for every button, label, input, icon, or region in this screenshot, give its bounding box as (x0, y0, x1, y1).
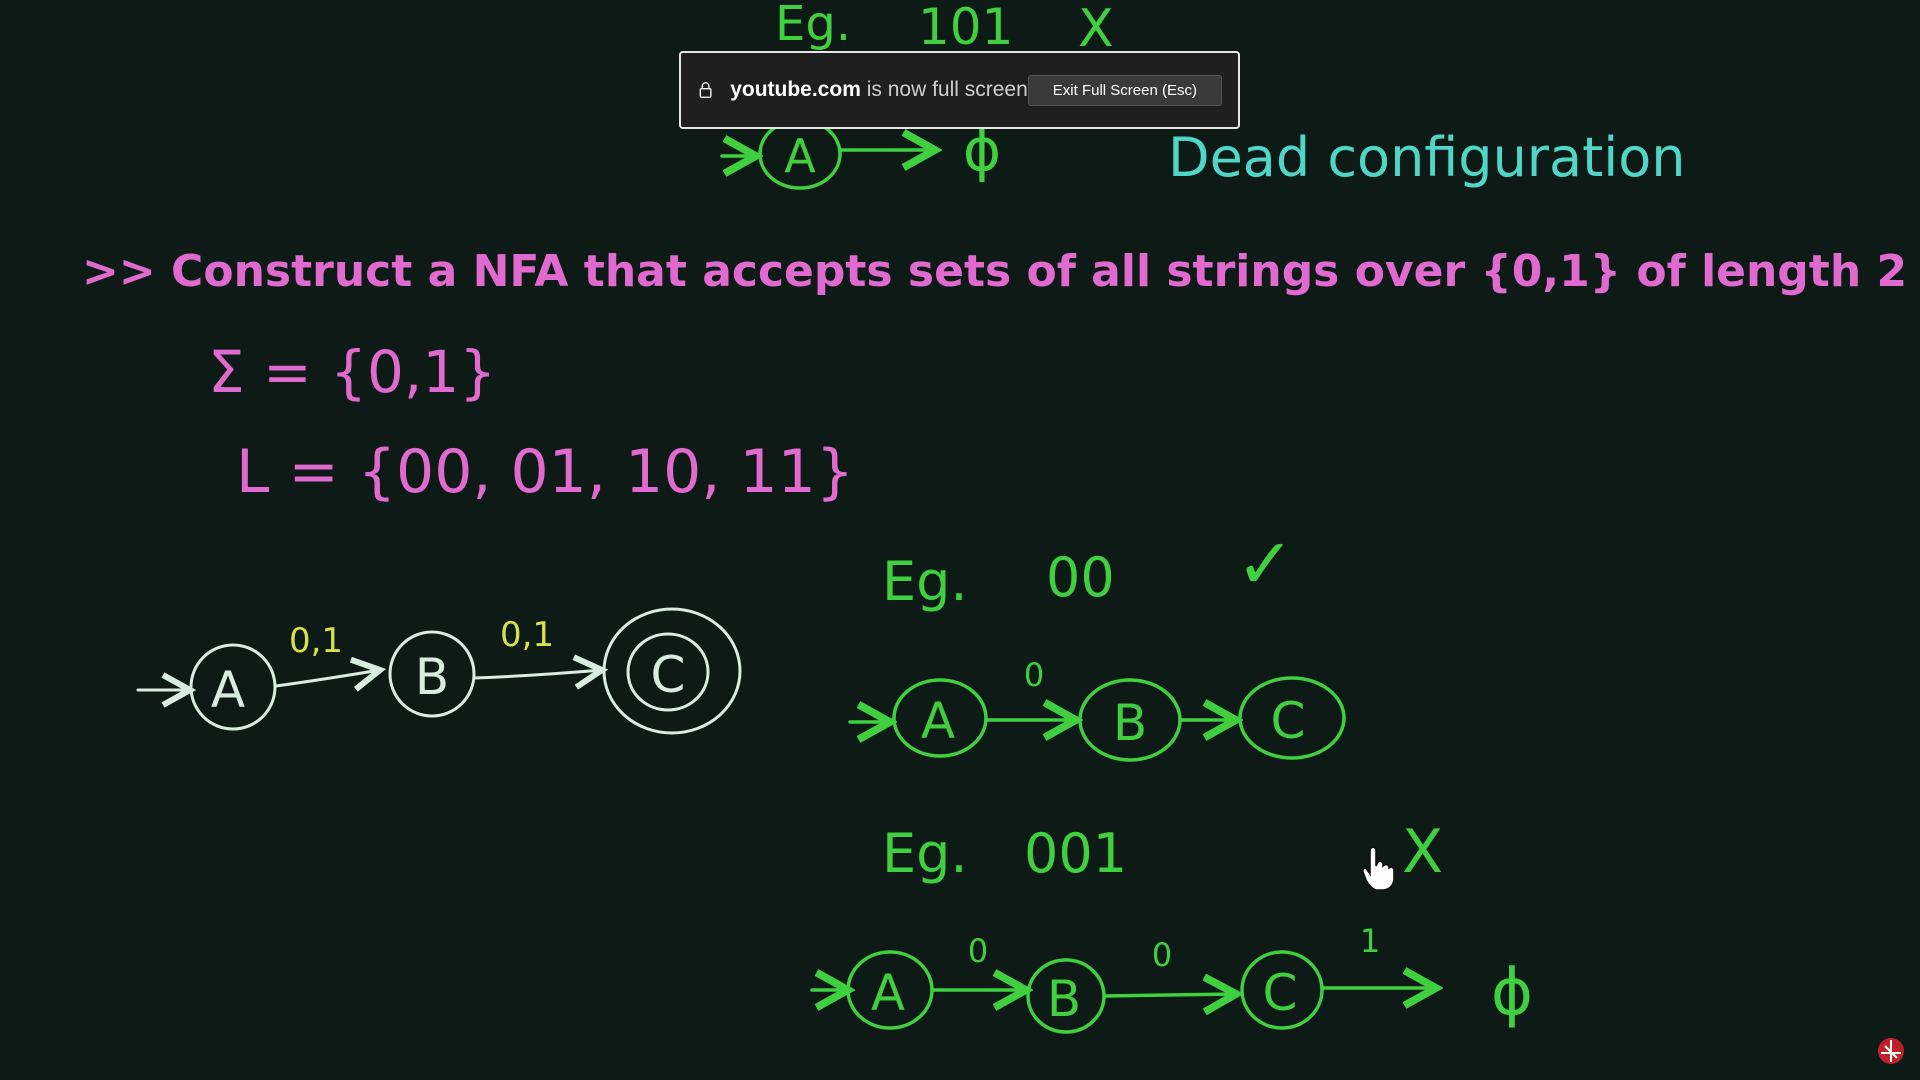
sigma-definition: Σ = {0,1} (208, 338, 496, 406)
ex2-state-a-label: A (871, 964, 905, 1022)
nfa-transition-ab (274, 670, 380, 686)
language-definition: L = {00, 01, 10, 11} (236, 437, 854, 507)
nfa-state-b-label: B (415, 648, 449, 706)
ex2-transition-bc (1102, 994, 1236, 996)
ex2-state-b-label: B (1047, 970, 1081, 1028)
ex1-label-ab: 0 (1024, 656, 1044, 694)
ex1-state-c-label: C (1271, 692, 1306, 750)
example-1: Eg. 00 ✓ A 0 B C (848, 523, 1346, 762)
example-2-string: 001 (1024, 822, 1127, 885)
ex2-label-c-sink: 1 (1360, 922, 1380, 960)
exit-fullscreen-button[interactable]: Exit Full Screen (Esc) (1027, 74, 1222, 106)
ex2-label-bc: 0 (1152, 936, 1172, 974)
hand-pointer-icon (1362, 846, 1395, 891)
fullscreen-message: youtube.com is now full screen (730, 78, 1028, 102)
fullscreen-status-text: is now full screen (866, 78, 1028, 101)
top-example-string: 101 (918, 0, 1013, 56)
whiteboard-canvas: Eg. 101 X A ϕ Dead configuration >> Cons… (82, 0, 1907, 1034)
example-2: Eg. 001 X A 0 B 0 C 1 ϕ (810, 817, 1533, 1034)
example-2-prefix: Eg. (882, 822, 968, 885)
ex1-state-b-label: B (1113, 694, 1147, 752)
question-title: >> Construct a NFA that accepts sets of … (82, 246, 1907, 297)
example-2-cross-icon: X (1402, 817, 1443, 887)
ex2-sink-symbol: ϕ (1491, 956, 1533, 1030)
ex2-state-c-label: C (1263, 964, 1298, 1022)
nfa-diagram: A 0,1 B 0,1 C (136, 607, 742, 735)
nfa-label-ab: 0,1 (289, 621, 343, 661)
top-state-a-label: A (784, 129, 816, 183)
example-1-string: 00 (1046, 546, 1115, 609)
dead-configuration-note: Dead configuration (1168, 126, 1686, 189)
lock-icon (699, 82, 712, 98)
fullscreen-domain: youtube.com (730, 78, 861, 101)
nfa-transition-bc (472, 670, 602, 678)
ex1-state-a-label: A (921, 692, 955, 750)
ex2-label-ab: 0 (968, 932, 988, 970)
example-1-check-icon: ✓ (1236, 523, 1295, 605)
top-example-prefix: Eg. (775, 0, 851, 52)
channel-watermark-icon[interactable] (1876, 1036, 1906, 1066)
nfa-state-c-label: C (651, 646, 686, 704)
nfa-label-bc: 0,1 (500, 615, 554, 655)
fullscreen-notification: youtube.com is now full screen Exit Full… (679, 51, 1240, 129)
example-1-prefix: Eg. (882, 550, 968, 613)
nfa-state-a-label: A (211, 661, 245, 719)
